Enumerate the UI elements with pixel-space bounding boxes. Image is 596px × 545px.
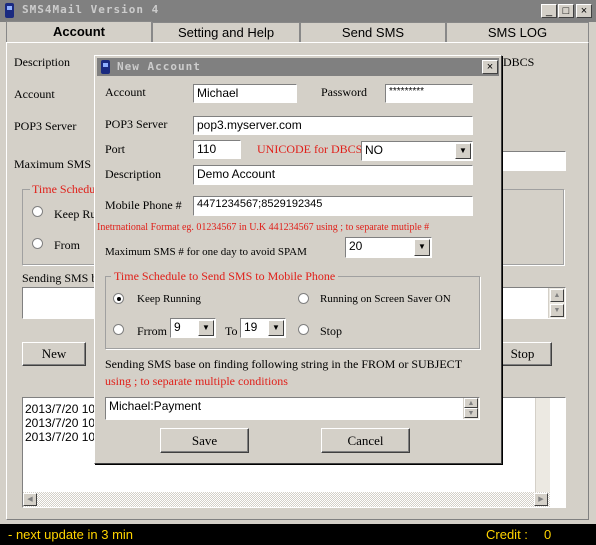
chevron-down-icon[interactable]: ▼ — [198, 320, 214, 336]
log-vertical-scrollbar[interactable]: ▼ — [535, 398, 550, 507]
account-field[interactable]: Michael — [193, 84, 297, 103]
port-label: Port — [105, 142, 126, 156]
bg-sending-scrollbar[interactable]: ▲ ▼ — [548, 288, 565, 318]
password-label: Password — [321, 85, 368, 99]
credit-label: Credit : — [486, 527, 528, 542]
screen-saver-label: Running on Screen Saver ON — [320, 293, 451, 305]
pop3-field[interactable]: pop3.myserver.com — [193, 116, 473, 135]
bg-pop3-label: POP3 Server — [14, 119, 77, 133]
account-label: Account — [105, 85, 146, 99]
bg-dbcs-fragment: DBCS — [503, 55, 535, 69]
condition-field[interactable]: Michael:Payment — [105, 397, 480, 420]
tab-sms-log[interactable]: SMS LOG — [446, 22, 589, 42]
description-field[interactable]: Demo Account — [193, 165, 473, 185]
dialog-title-bar[interactable]: New Account × — [97, 58, 499, 76]
bg-account-label: Account — [14, 87, 55, 101]
chevron-down-icon[interactable]: ▼ — [268, 320, 284, 336]
port-field[interactable]: 110 — [193, 140, 241, 159]
new-account-dialog: New Account × Account Michael Password *… — [94, 55, 502, 464]
phone-icon — [101, 60, 110, 74]
keep-running-label: Keep Running — [137, 293, 201, 305]
status-bar: - next update in 3 min Credit : 0 — [0, 524, 596, 545]
close-button[interactable]: × — [576, 4, 592, 18]
save-button[interactable]: Save — [160, 428, 249, 453]
password-field[interactable]: ********* — [385, 84, 473, 103]
sending-hint: using ; to separate multiple conditions — [105, 374, 288, 388]
app-title: SMS4Mail Version 4 — [22, 3, 160, 16]
status-text: - next update in 3 min — [8, 527, 134, 542]
bg-from-label: From — [54, 238, 81, 252]
scroll-down-icon[interactable]: ▼ — [550, 304, 564, 317]
bg-sending-label: Sending SMS b — [22, 271, 98, 285]
log-horizontal-scrollbar[interactable]: ◀ ▶ — [23, 492, 550, 507]
tab-send-sms[interactable]: Send SMS — [300, 22, 446, 42]
minimize-button[interactable]: _ — [541, 4, 557, 18]
to-label: To — [225, 324, 238, 338]
schedule-title: Time Schedule to Send SMS to Mobile Phon… — [111, 269, 339, 284]
new-button[interactable]: New — [22, 342, 86, 366]
bg-keep-running-radio[interactable] — [32, 206, 43, 217]
mobile-label: Mobile Phone # — [105, 198, 182, 212]
maximize-button[interactable]: □ — [558, 4, 574, 18]
app-title-bar[interactable]: SMS4Mail Version 4 _ □ × — [0, 0, 596, 22]
credit-value: 0 — [544, 527, 552, 542]
from-label: Frrom — [137, 324, 167, 338]
bg-keep-running-label: Keep Ru — [54, 207, 97, 221]
mobile-field[interactable]: 4471234567;8529192345 — [193, 196, 473, 216]
tab-account[interactable]: Account — [6, 21, 152, 43]
bg-max-sms-field[interactable] — [500, 151, 566, 171]
chevron-down-icon[interactable]: ▼ — [455, 143, 471, 159]
sending-label: Sending SMS base on finding following st… — [105, 357, 463, 371]
scroll-up-icon[interactable]: ▲ — [550, 289, 564, 302]
dialog-close-button[interactable]: × — [482, 60, 498, 74]
cancel-button[interactable]: Cancel — [321, 428, 410, 453]
description-label: Description — [105, 167, 161, 181]
dialog-title: New Account — [117, 60, 201, 73]
phone-icon — [5, 3, 14, 18]
scroll-left-icon[interactable]: ◀ — [23, 493, 37, 506]
scroll-down-icon[interactable]: ▼ — [464, 408, 478, 418]
bg-max-sms-label: Maximum SMS # — [14, 157, 101, 171]
from-radio[interactable] — [113, 324, 124, 335]
screen-saver-radio[interactable] — [298, 293, 309, 304]
scroll-up-icon[interactable]: ▲ — [464, 398, 478, 408]
scroll-right-icon[interactable]: ▶ — [534, 493, 548, 506]
bg-from-radio[interactable] — [32, 238, 43, 249]
unicode-label: UNICODE for DBCS — [257, 142, 363, 156]
stop-radio[interactable] — [298, 324, 309, 335]
condition-scrollbar[interactable]: ▲ ▼ — [463, 398, 479, 419]
bg-description-label: Description — [14, 55, 70, 69]
keep-running-radio[interactable] — [113, 293, 124, 304]
stop-label: Stop — [320, 324, 343, 338]
pop3-label: POP3 Server — [105, 117, 168, 131]
format-hint: Inetrnational Format eg. 01234567 in U.K… — [97, 222, 430, 233]
chevron-down-icon[interactable]: ▼ — [414, 239, 430, 256]
tab-setting-and-help[interactable]: Setting and Help — [152, 22, 300, 42]
max-sms-label: Maximum SMS # for one day to avoid SPAM — [105, 246, 307, 258]
